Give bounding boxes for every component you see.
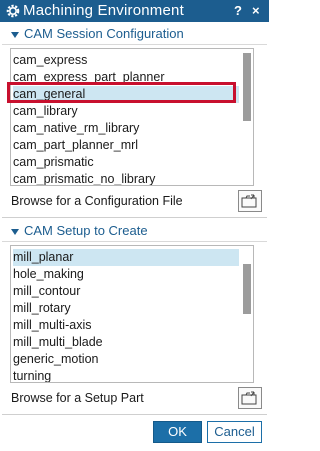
collapse-arrow-icon [11,229,19,235]
selection-highlight-box [7,82,236,103]
open-folder-icon [241,194,257,208]
setup-title: CAM Setup to Create [24,223,148,238]
collapse-arrow-icon [11,32,19,38]
session-config-title: CAM Session Configuration [24,26,184,41]
browse-config-row: Browse for a Configuration File [10,190,264,214]
session-config-header[interactable]: CAM Session Configuration [2,23,267,45]
list-item[interactable]: cam_prismatic [13,154,239,171]
setup-list[interactable]: mill_planar hole_making mill_contour mil… [10,245,254,383]
open-folder-button[interactable] [238,190,262,212]
window-title: Machining Environment [23,2,184,19]
list-item[interactable]: cam_library [13,103,239,120]
list-item[interactable]: mill_multi_blade [13,334,239,351]
setup-header[interactable]: CAM Setup to Create [2,220,267,242]
section-divider [2,217,267,218]
scrollbar-thumb[interactable] [243,53,251,121]
list-item[interactable]: cam_prismatic_no_library [13,171,239,185]
list-item[interactable]: generic_motion [13,351,239,368]
list-item-selected[interactable]: mill_planar [13,249,239,266]
cancel-button[interactable]: Cancel [207,421,262,443]
browse-setup-row: Browse for a Setup Part [10,387,264,411]
browse-setup-label: Browse for a Setup Part [11,391,144,405]
close-button[interactable]: × [252,3,260,18]
session-config-list[interactable]: cam_express cam_express_part_planner cam… [10,48,254,186]
list-item[interactable]: cam_express [13,52,239,69]
list-item[interactable]: cam_part_planner_mrl [13,137,239,154]
ok-button[interactable]: OK [153,421,202,443]
browse-config-label: Browse for a Configuration File [11,194,183,208]
list-item[interactable]: mill_rotary [13,300,239,317]
title-bar: Machining Environment ? × [0,0,269,22]
list-item[interactable]: hole_making [13,266,239,283]
scrollbar-thumb[interactable] [243,264,251,314]
open-folder-button[interactable] [238,387,262,409]
list-item[interactable]: cam_native_rm_library [13,120,239,137]
section-divider [2,414,267,415]
list-item[interactable]: mill_contour [13,283,239,300]
list-item[interactable]: mill_multi-axis [13,317,239,334]
list-item[interactable]: turning [13,368,239,382]
gear-icon [6,4,20,18]
open-folder-icon [241,391,257,405]
help-button[interactable]: ? [234,3,242,18]
